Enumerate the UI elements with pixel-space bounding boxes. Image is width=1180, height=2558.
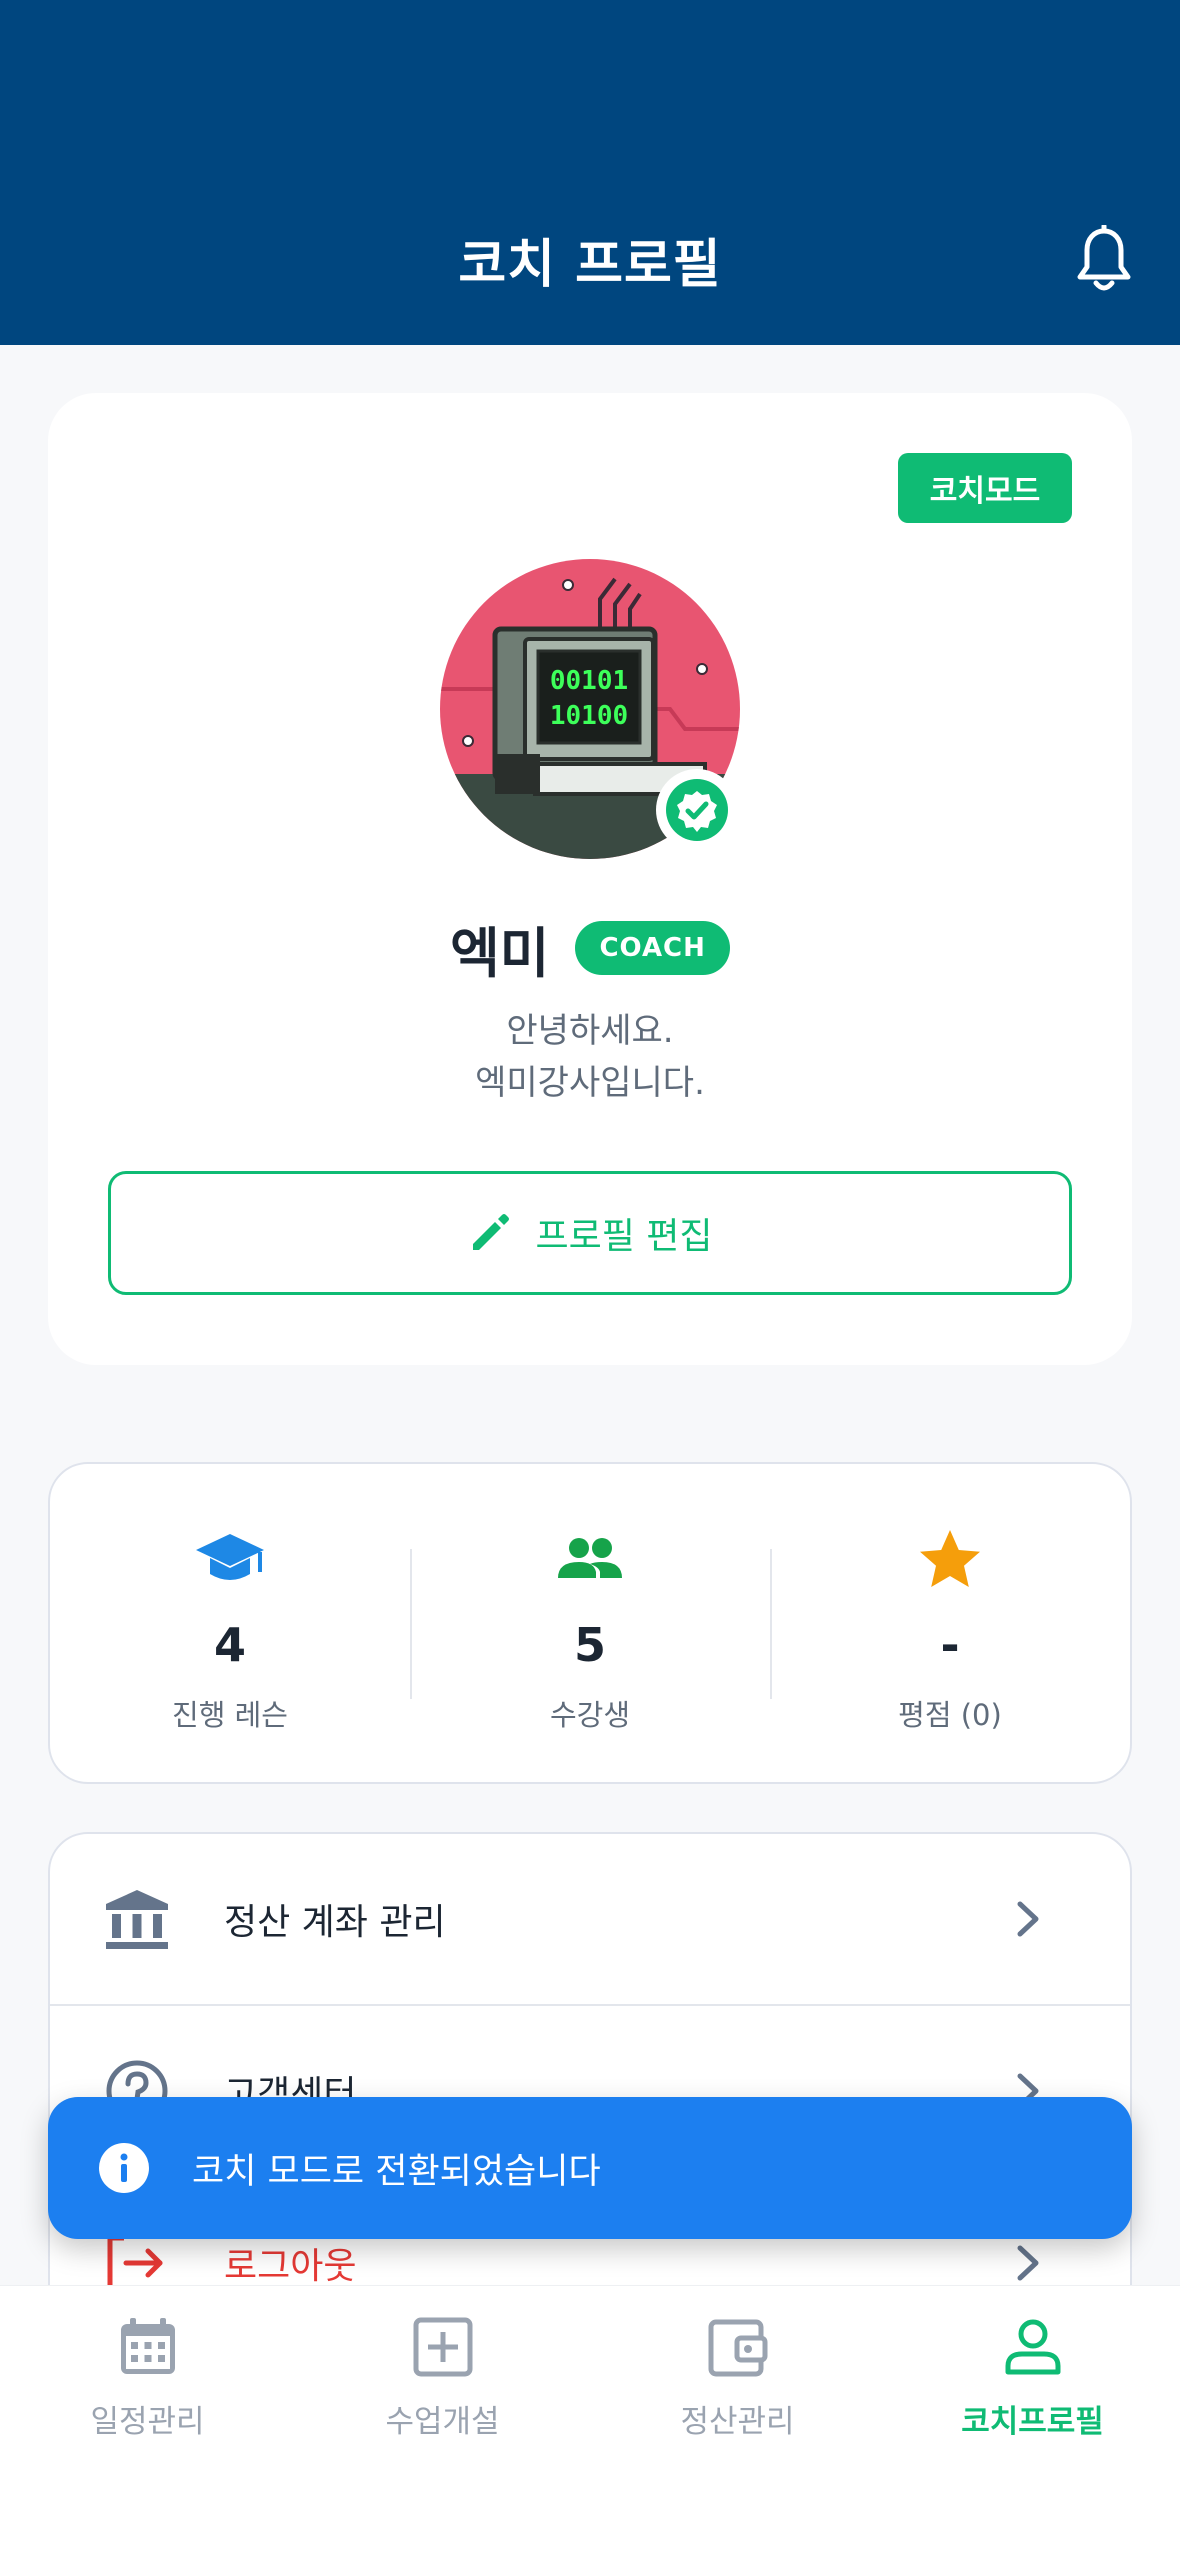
bio-line-2: 엑미강사입니다. — [475, 1063, 705, 1103]
stat-lessons: 4 진행 레슨 — [50, 1464, 410, 1782]
star-icon — [920, 1530, 980, 1587]
stat-value: 5 — [573, 1618, 606, 1672]
pencil-icon — [473, 1214, 510, 1250]
nav-item-schedule[interactable]: 일정관리 — [0, 2286, 295, 2558]
avatar-screen-line1: 00101 — [550, 666, 628, 696]
chevron-right-icon — [1017, 1901, 1039, 1937]
stat-value: - — [940, 1618, 960, 1672]
wallet-icon — [708, 2319, 767, 2377]
toast-message: 코치 모드로 전환되었습니다 — [192, 2151, 601, 2192]
edit-profile-button[interactable]: 프로필 편집 — [108, 1171, 1072, 1295]
name-row: 엑미 COACH — [48, 913, 1132, 985]
nav-label: 정산관리 — [680, 2404, 795, 2440]
coach-name: 엑미 — [450, 921, 550, 985]
stat-label: 수강생 — [549, 1698, 631, 1732]
coach-mode-badge: 코치모드 — [898, 453, 1072, 523]
nav-label: 코치프로필 — [961, 2404, 1104, 2440]
page-title: 코치 프로필 — [458, 235, 722, 295]
coach-role-badge: COACH — [575, 921, 730, 975]
toast-notification: 코치 모드로 전환되었습니다 — [48, 2097, 1132, 2239]
people-icon — [558, 1538, 622, 1578]
stat-label: 평점 (0) — [898, 1698, 1002, 1732]
bank-icon — [106, 1890, 168, 1949]
calendar-icon — [120, 2318, 175, 2374]
nav-label: 수업개설 — [385, 2404, 500, 2440]
menu-label: 정산 계좌 관리 — [224, 1902, 446, 1943]
chevron-right-icon — [1017, 2245, 1039, 2281]
bottom-navigation: 일정관리 수업개설 정산관리 코치프로필 — [0, 2286, 1180, 2558]
stats-card: 4 진행 레슨 5 수강생 - 평점 (0) — [48, 1462, 1132, 1784]
app-header: 코치 프로필 — [0, 0, 1180, 345]
stat-label: 진행 레슨 — [172, 1698, 288, 1732]
stat-students: 5 수강생 — [410, 1464, 770, 1782]
graduation-cap-icon — [196, 1534, 264, 1580]
avatar-screen-line2: 10100 — [550, 701, 628, 731]
plus-square-icon — [413, 2317, 472, 2377]
info-icon — [99, 2143, 149, 2193]
user-icon — [1005, 2319, 1060, 2375]
nav-item-coach-profile[interactable]: 코치프로필 — [885, 2286, 1180, 2558]
nav-label: 일정관리 — [90, 2404, 205, 2440]
profile-card: 코치모드 00101 10100 엑미 COACH 안녕하세요. 엑미강사입니다… — [48, 393, 1132, 1365]
bio: 안녕하세요. 엑미강사입니다. — [48, 1005, 1132, 1109]
verified-check-icon — [666, 779, 728, 841]
nav-item-create-class[interactable]: 수업개설 — [295, 2286, 590, 2558]
stat-value: 4 — [213, 1618, 246, 1672]
avatar: 00101 10100 — [440, 559, 740, 859]
bio-line-1: 안녕하세요. — [506, 1011, 674, 1051]
stat-rating: - 평점 (0) — [770, 1464, 1130, 1782]
verified-badge — [656, 769, 738, 851]
bell-icon[interactable] — [1072, 225, 1136, 295]
nav-item-settlement[interactable]: 정산관리 — [590, 2286, 885, 2558]
edit-profile-label: 프로필 편집 — [535, 1216, 713, 1257]
menu-label: 로그아웃 — [224, 2246, 357, 2287]
menu-item-settlement-account[interactable]: 정산 계좌 관리 — [50, 1834, 1130, 2006]
